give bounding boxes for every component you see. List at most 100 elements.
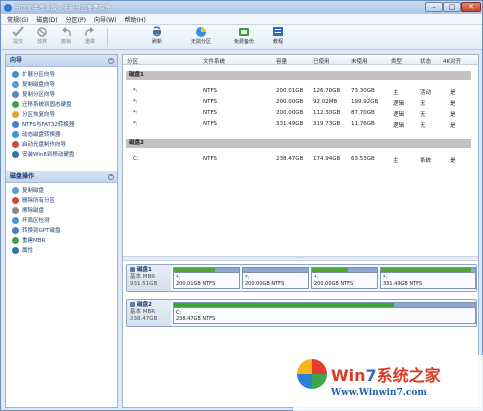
partition-block[interactable]: *: 200.01GB NTFS — [173, 267, 240, 289]
partition-block[interactable]: *: 200.00GB NTFS — [311, 267, 378, 289]
partition-block[interactable]: C: 238.47GB NTFS — [173, 302, 476, 324]
wizard-item[interactable]: 扩展分区向导 — [6, 69, 117, 79]
col-type[interactable]: 类型 — [391, 57, 402, 65]
col-status[interactable]: 状态 — [420, 57, 431, 65]
disk-ops-section-header[interactable]: 磁盘操作 ^ — [6, 171, 117, 183]
wizard-item-label: 动态磁盘转换器 — [22, 132, 61, 138]
cell-unused: 11.76GB — [351, 121, 375, 127]
disk-op-item[interactable]: 复制磁盘 — [6, 185, 117, 195]
wizard-item-label: 扩展分区向导 — [22, 72, 56, 78]
menu-partition[interactable]: 分区(P) — [66, 15, 86, 24]
partition-row[interactable]: *: NTFS 200.00GB 92.02MB 199.92GB 逻辑 无 是 — [123, 97, 478, 107]
cell-used: 319.73GB — [313, 121, 341, 127]
cell-4k: 是 — [450, 158, 456, 164]
cell-type: 主 — [393, 90, 399, 96]
cell-partition: C: — [133, 156, 139, 162]
redo-button[interactable]: 重做 — [78, 26, 102, 45]
recovery-icon — [12, 110, 19, 118]
disk2-map-label: 磁盘2 基本 MBR 238.47GB — [127, 300, 171, 326]
partition-row[interactable]: *: NTFS 200.00GB 112.30GB 87.70GB 逻辑 无 是 — [123, 108, 478, 118]
collapse-icon[interactable]: ^ — [108, 174, 114, 180]
col-4k-align[interactable]: 4K对齐 — [443, 57, 461, 65]
disk-op-item[interactable]: 转换到GPT磁盘 — [6, 225, 117, 235]
disk-map-name: 磁盘1 — [137, 267, 152, 273]
cell-used: 112.30GB — [313, 110, 341, 116]
wizard-item[interactable]: 复制分区向导 — [6, 89, 117, 99]
wizard-section-header[interactable]: 向导 ^ — [6, 55, 117, 67]
bad-sector-icon — [12, 216, 19, 224]
cell-used: 92.02MB — [313, 99, 338, 105]
partition-row[interactable]: C: NTFS 238.47GB 174.94GB 63.53GB 主 系统 是 — [123, 154, 478, 164]
disk-op-item[interactable]: 属性 — [6, 245, 117, 255]
partition-block[interactable]: *: 200.00GB NTFS — [242, 267, 309, 289]
minimize-button[interactable]: – — [425, 2, 443, 12]
partition-block[interactable]: *: 331.49GB NTFS — [380, 267, 476, 289]
menu-wizard[interactable]: 向导(W) — [94, 15, 117, 24]
disk-op-item[interactable]: 坏扇区检测 — [6, 215, 117, 225]
cell-capacity: 200.01GB — [276, 88, 304, 94]
partition-row[interactable]: *: NTFS 331.49GB 319.73GB 11.76GB 逻辑 无 是 — [123, 119, 478, 129]
discard-button[interactable]: 放弃 — [30, 26, 54, 45]
cell-type: 逻辑 — [393, 112, 405, 118]
disk-group-header[interactable]: 磁盘1 — [126, 71, 471, 80]
partition-usage-bar — [312, 268, 377, 273]
wizard-item[interactable]: 安装Win8到移动硬盘 — [6, 149, 117, 159]
tutorial-button[interactable]: 教程 — [266, 26, 290, 45]
col-partition[interactable]: 分区 — [127, 57, 138, 65]
free-backup-button[interactable]: 免费备份 — [229, 26, 259, 45]
undo-button[interactable]: 撤销 — [54, 26, 78, 45]
menu-disk[interactable]: 磁盘(D) — [36, 15, 57, 24]
partition-row[interactable]: *: NTFS 200.01GB 126.70GB 73.30GB 主 活动 是 — [123, 86, 478, 96]
refresh-button[interactable]: 刷新 — [145, 26, 169, 45]
wizard-item-label: 分区恢复向导 — [22, 112, 56, 118]
menu-help[interactable]: 帮助(H) — [125, 15, 146, 24]
apply-button[interactable]: 提交 — [6, 26, 30, 45]
partition-block-info: 200.00GB NTFS — [245, 281, 285, 287]
apply-label: 提交 — [12, 39, 23, 45]
col-filesystem[interactable]: 文件系统 — [203, 57, 225, 65]
dynamic-disk-icon — [12, 130, 19, 138]
wizard-item[interactable]: 分区恢复向导 — [6, 109, 117, 119]
partition-usage-fill — [174, 303, 394, 307]
disk-ops-list: 复制磁盘 删除所有分区 擦除磁盘 坏扇区检测 转换到GPT磁盘 重建MBR 属性 — [6, 183, 117, 255]
disk-op-label: 删除所有分区 — [22, 198, 56, 204]
wizard-item[interactable]: 启动光盘制作向导 — [6, 139, 117, 149]
disk-op-item[interactable]: 擦除磁盘 — [6, 205, 117, 215]
disk-op-item[interactable]: 删除所有分区 — [6, 195, 117, 205]
disk-op-label: 复制磁盘 — [22, 188, 45, 194]
tutorial-icon — [272, 26, 284, 37]
partition-usage-fill — [174, 268, 215, 272]
partition-usage-bar — [174, 268, 239, 273]
disk-op-label: 坏扇区检测 — [22, 218, 50, 224]
wizard-item[interactable]: 迁移系统到固态硬盘 — [6, 99, 117, 109]
wizard-section-title: 向导 — [10, 57, 23, 64]
close-button[interactable]: ✕ — [461, 2, 481, 12]
col-unused[interactable]: 未使用 — [351, 57, 368, 65]
rebuild-mbr-icon — [12, 236, 19, 244]
col-capacity[interactable]: 容量 — [276, 57, 287, 65]
disk2-map[interactable]: 磁盘2 基本 MBR 238.47GB C: 238.47GB NTFS — [126, 299, 477, 327]
wizard-item[interactable]: 复制磁盘向导 — [6, 79, 117, 89]
pane-splitter[interactable]: ····· — [123, 256, 478, 261]
col-used[interactable]: 已使用 — [313, 57, 330, 65]
wizard-item-label: NTFS与FAT32转换器 — [22, 122, 75, 128]
menu-general[interactable]: 常规(G) — [7, 15, 28, 24]
disk-group-header[interactable]: 磁盘2 — [126, 139, 471, 148]
disk-map-size: 931.51GB — [130, 281, 158, 287]
disk-map-kind: 基本 MBR — [130, 274, 156, 280]
copy-disk-icon — [12, 186, 19, 194]
boot-cd-icon — [12, 140, 19, 148]
disk-op-label: 重建MBR — [22, 238, 46, 244]
maximize-button[interactable]: □ — [443, 2, 461, 12]
window-title: 分区助手专业版 - 无损分区免费软件 — [15, 5, 111, 12]
partition-icon — [195, 26, 207, 37]
collapse-icon[interactable]: ^ — [108, 58, 114, 64]
column-header: 分区 文件系统 容量 已使用 未使用 类型 状态 4K对齐 — [123, 55, 478, 65]
lossless-partition-button[interactable]: 无损分区 — [186, 26, 216, 45]
partition-block-info: 238.47GB NTFS — [176, 316, 216, 322]
disk1-map[interactable]: 磁盘1 基本 MBR 931.51GB *: 200.01GB NTFS *: 200… — [126, 264, 477, 292]
title-bar[interactable]: 分区助手专业版 - 无损分区免费软件 — [1, 1, 482, 14]
wizard-item[interactable]: NTFS与FAT32转换器 — [6, 119, 117, 129]
wizard-item[interactable]: 动态磁盘转换器 — [6, 129, 117, 139]
disk-op-item[interactable]: 重建MBR — [6, 235, 117, 245]
